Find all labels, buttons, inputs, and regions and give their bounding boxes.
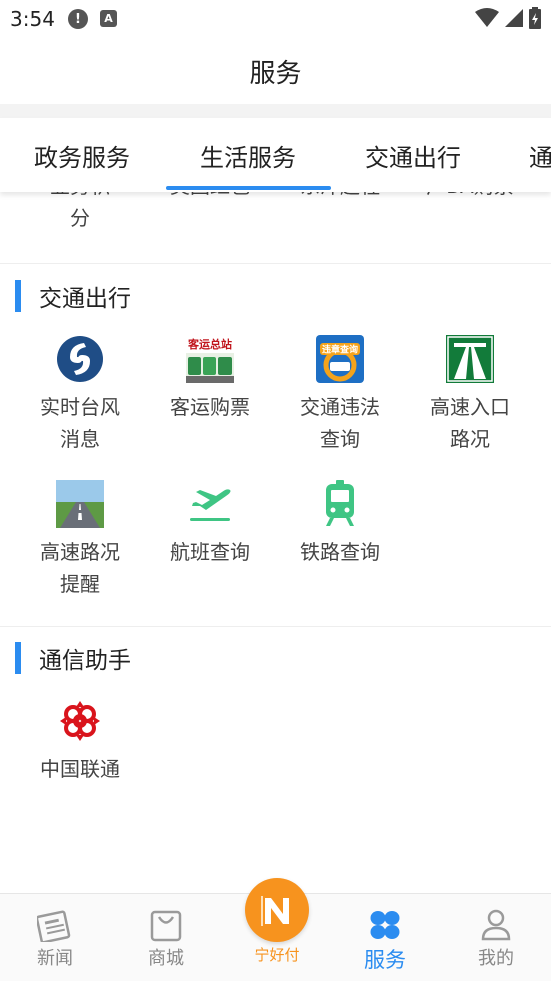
service-item-label: 交通违法 (300, 395, 380, 419)
service-item-label: 铁路查询 (300, 540, 380, 564)
service-content: 业务积 分 美团红包 东洋超程 广BA购票 交通出行 实时台风 消息 (0, 192, 551, 892)
train-icon (326, 480, 354, 526)
section-title-text: 交通出行 (39, 286, 131, 312)
pay-label: 宁好付 (254, 946, 300, 964)
service-item-label: 中国联通 (40, 757, 120, 781)
profile-icon (481, 909, 511, 941)
nav-services[interactable]: 服务 (345, 908, 425, 974)
section-marker (15, 280, 21, 312)
battery-icon (529, 7, 541, 29)
service-item-label: 航班查询 (170, 540, 250, 564)
section-marker (15, 642, 21, 674)
tab-life-services[interactable]: 生活服务 (200, 138, 296, 173)
nav-label: 商城 (148, 948, 184, 969)
partial-service-row: 业务积 分 美团红包 东洋超程 广BA购票 (0, 192, 551, 230)
service-item-label: 客运购票 (170, 395, 250, 419)
signal-icon (505, 9, 523, 27)
service-item-label: 提醒 (60, 572, 100, 596)
service-item-railway[interactable]: 铁路查询 (275, 480, 405, 568)
partial-item[interactable]: 美团红包 (145, 192, 275, 202)
a-icon: A (100, 10, 117, 27)
service-item-highway-alert[interactable]: 高速路况 提醒 (15, 480, 145, 600)
nav-profile[interactable]: 我的 (456, 908, 536, 970)
section-title-text: 通信助手 (39, 648, 131, 674)
partial-item-label: 美团红包 (145, 192, 275, 202)
partial-item-label: 东洋超程 (275, 192, 405, 202)
shopping-bag-icon (150, 910, 182, 942)
service-item-flight[interactable]: 航班查询 (145, 480, 275, 568)
service-item-label: 查询 (320, 427, 360, 451)
airplane-icon (190, 489, 231, 521)
service-item-traffic-violation[interactable]: 违章查询 交通违法 查询 (275, 335, 405, 455)
nav-label: 我的 (478, 948, 514, 969)
partial-item-label: 业务积 (15, 192, 145, 202)
service-item-label: 消息 (60, 427, 100, 451)
nav-label: 服务 (364, 948, 406, 972)
pay-logo-icon (261, 896, 289, 926)
partial-item-label: 分 (70, 206, 90, 230)
partial-item[interactable]: 广BA购票 (405, 192, 535, 202)
service-item-highway-entrance[interactable]: 高速入口 路况 (405, 335, 535, 455)
bus-station-icon-text: 客运总站 (187, 337, 232, 351)
nav-news[interactable]: 新闻 (15, 908, 95, 970)
service-item-china-unicom[interactable]: 中国联通 (15, 697, 145, 785)
header: 服务 (0, 38, 551, 104)
tab-government-services[interactable]: 政务服务 (34, 138, 130, 173)
bus-station-icon: 客运总站 (186, 335, 234, 383)
services-icon (370, 911, 400, 939)
traffic-violation-icon: 违章查询 (316, 335, 364, 383)
service-item-label: 高速入口 (430, 395, 510, 419)
service-item-label: 高速路况 (40, 540, 120, 564)
service-item-label: 路况 (450, 427, 490, 451)
status-bar: 3:54 ! A (0, 0, 551, 38)
pay-button[interactable] (245, 878, 309, 942)
partial-item[interactable]: 业务积 分 (15, 192, 145, 234)
tab-transportation[interactable]: 交通出行 (365, 138, 461, 173)
bottom-navigation: 新闻 商城 宁好付 服务 我的 (0, 878, 551, 981)
page-title: 服务 (249, 58, 302, 89)
partial-item[interactable]: 东洋超程 (275, 192, 405, 202)
active-tab-indicator (166, 186, 331, 190)
highway-icon (446, 335, 494, 383)
tab-communication[interactable]: 通 (529, 138, 551, 173)
typhoon-icon (57, 336, 103, 382)
status-time: 3:54 (10, 7, 55, 31)
news-icon (37, 910, 71, 942)
traffic-violation-icon-text: 违章查询 (322, 344, 358, 356)
wifi-icon (475, 8, 499, 27)
highway-road-icon (56, 480, 104, 528)
section-title-communication: 通信助手 (15, 642, 131, 674)
service-item-bus-ticket[interactable]: 客运总站 客运购票 (145, 335, 275, 423)
service-item-typhoon[interactable]: 实时台风 消息 (15, 335, 145, 455)
section-title-transportation: 交通出行 (15, 280, 131, 312)
alert-icon: ! (68, 9, 88, 29)
section-divider (0, 626, 551, 627)
china-unicom-icon (60, 701, 100, 741)
section-divider (0, 263, 551, 264)
nav-label: 新闻 (37, 948, 73, 969)
service-item-label: 实时台风 (40, 395, 120, 419)
partial-item-label: 广BA购票 (405, 192, 535, 202)
category-tabs: 政务服务 生活服务 交通出行 通 (0, 118, 551, 192)
header-divider (0, 104, 551, 118)
nav-mall[interactable]: 商城 (126, 908, 206, 970)
